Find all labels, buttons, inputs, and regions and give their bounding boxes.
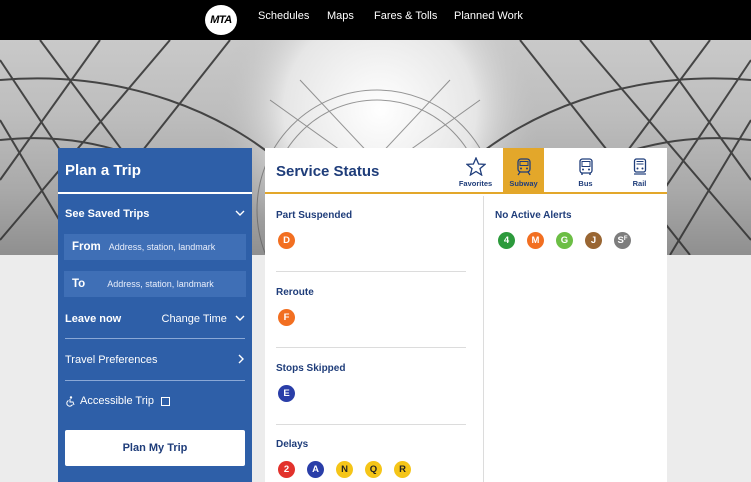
to-placeholder: Address, station, landmark	[107, 279, 214, 289]
tab-rail-label: Rail	[632, 179, 647, 188]
nav-link-maps[interactable]: Maps	[327, 0, 354, 32]
nav-link-schedules[interactable]: Schedules	[258, 0, 309, 32]
chevron-down-icon	[235, 315, 245, 321]
chevron-down-icon	[235, 208, 245, 220]
accessible-trip-option[interactable]: Accessible Trip	[65, 395, 245, 407]
to-field[interactable]: To Address, station, landmark	[64, 271, 246, 297]
to-label: To	[72, 278, 86, 290]
tab-favorites[interactable]: Favorites	[453, 148, 498, 194]
section-divider	[276, 347, 466, 348]
chevron-right-icon	[238, 354, 244, 364]
line-bullet-sf-sup: F	[623, 235, 628, 242]
service-status-panel: Service Status Favorites Subway Bus Rail…	[265, 148, 667, 482]
nav-link-planned-work[interactable]: Planned Work	[454, 0, 523, 32]
line-bullet-q[interactable]: Q	[365, 461, 382, 478]
leave-time-row: Leave now Change Time	[65, 313, 245, 325]
tab-subway-label: Subway	[509, 179, 538, 188]
column-divider	[483, 196, 484, 482]
tab-bus-label: Bus	[578, 179, 593, 188]
line-bullet-r[interactable]: R	[394, 461, 411, 478]
line-bullet-2[interactable]: 2	[278, 461, 295, 478]
from-field[interactable]: From Address, station, landmark	[64, 234, 246, 260]
line-bullet-d[interactable]: D	[278, 232, 295, 249]
top-nav: MTA Schedules Maps Fares & Tolls Planned…	[0, 0, 751, 40]
line-bullet-j[interactable]: J	[585, 232, 602, 249]
line-bullet-a[interactable]: A	[307, 461, 324, 478]
section-title-stops-skipped: Stops Skipped	[276, 363, 346, 374]
divider	[65, 380, 245, 381]
section-title-part-suspended: Part Suspended	[276, 210, 353, 221]
plan-my-trip-button[interactable]: Plan My Trip	[65, 430, 245, 466]
travel-preferences-link[interactable]: Travel Preferences	[65, 354, 245, 366]
service-status-header: Service Status Favorites Subway Bus Rail	[265, 148, 667, 194]
tab-favorites-label: Favorites	[458, 179, 493, 188]
leave-now-label: Leave now	[65, 313, 122, 325]
wheelchair-icon	[66, 395, 75, 407]
tab-rail[interactable]: Rail	[617, 148, 662, 194]
line-bullet-g[interactable]: G	[556, 232, 573, 249]
rail-icon	[633, 158, 646, 175]
saved-trips-label: See Saved Trips	[65, 208, 150, 220]
mta-logo[interactable]: MTA	[205, 5, 237, 35]
service-status-title: Service Status	[276, 163, 380, 180]
line-bullet-e[interactable]: E	[278, 385, 295, 402]
change-time-button[interactable]: Change Time	[162, 313, 246, 325]
tab-bus[interactable]: Bus	[563, 148, 608, 194]
nav-link-fares-tolls[interactable]: Fares & Tolls	[374, 0, 437, 32]
travel-preferences-label: Travel Preferences	[65, 354, 158, 366]
from-label: From	[72, 241, 101, 253]
line-bullet-sf[interactable]: SF	[614, 232, 631, 249]
change-time-label: Change Time	[161, 313, 227, 325]
tab-subway[interactable]: Subway	[503, 148, 544, 194]
star-icon	[465, 157, 486, 176]
subway-icon	[516, 158, 531, 176]
section-title-reroute: Reroute	[276, 287, 314, 298]
accessible-trip-checkbox[interactable]	[160, 396, 170, 406]
accessible-trip-label: Accessible Trip	[80, 395, 154, 407]
saved-trips-toggle[interactable]: See Saved Trips	[65, 208, 245, 220]
divider	[65, 338, 245, 339]
section-title-delays: Delays	[276, 439, 309, 450]
bus-icon	[578, 158, 593, 175]
section-title-no-active-alerts: No Active Alerts	[495, 210, 572, 221]
line-bullet-4[interactable]: 4	[498, 232, 515, 249]
section-divider	[276, 271, 466, 272]
line-bullet-f[interactable]: F	[278, 309, 295, 326]
from-placeholder: Address, station, landmark	[108, 242, 216, 252]
plan-trip-title: Plan a Trip	[58, 148, 252, 194]
section-divider	[276, 424, 466, 425]
line-bullet-m[interactable]: M	[527, 232, 544, 249]
plan-trip-panel: Plan a Trip See Saved Trips From Address…	[58, 148, 252, 482]
line-bullet-n[interactable]: N	[336, 461, 353, 478]
